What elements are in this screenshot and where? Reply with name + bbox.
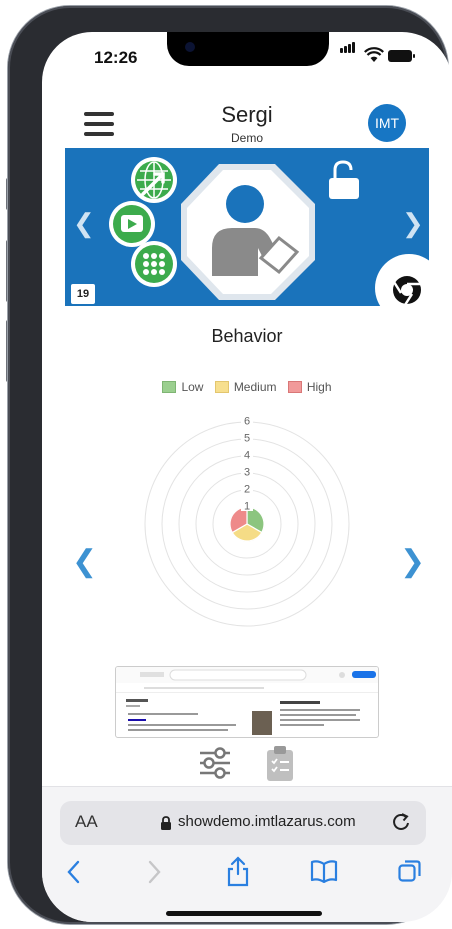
globe-icon bbox=[131, 157, 177, 203]
legend-item-low[interactable]: Low bbox=[162, 380, 203, 394]
calendar-day-badge[interactable]: 19 bbox=[69, 282, 97, 306]
tabs-icon[interactable] bbox=[398, 859, 422, 888]
phone-frame: 12:26 Sergi Demo IMT ❮ ❯ 19 Behavior Low… bbox=[8, 6, 452, 924]
legend-label-low: Low bbox=[181, 380, 204, 394]
avatar[interactable]: IMT bbox=[368, 104, 406, 142]
tick-label-3: 3 bbox=[244, 467, 250, 479]
chart-next-chevron-right-icon[interactable]: ❯ bbox=[400, 544, 425, 579]
home-indicator[interactable] bbox=[166, 911, 322, 916]
chrome-icon bbox=[375, 254, 429, 306]
camera-icon bbox=[185, 42, 195, 52]
carousel-indicators bbox=[210, 298, 288, 306]
reader-settings-button[interactable]: AA bbox=[75, 812, 98, 832]
address-bar[interactable]: AA showdemo.imtlazarus.com bbox=[60, 801, 426, 845]
back-chevron-left-icon[interactable] bbox=[66, 859, 82, 890]
status-bar: 12:26 bbox=[42, 32, 452, 82]
section-title: Behavior bbox=[211, 326, 283, 346]
browser-nav-row bbox=[42, 856, 452, 899]
browser-toolbar: AA showdemo.imtlazarus.com bbox=[42, 786, 452, 922]
lock-icon bbox=[160, 816, 172, 835]
apps-grid-icon bbox=[131, 241, 177, 287]
person-with-tablet-icon bbox=[181, 164, 315, 300]
share-icon[interactable] bbox=[226, 855, 250, 892]
legend-swatch-high bbox=[287, 381, 302, 393]
tick-label-5: 5 bbox=[244, 433, 250, 445]
banner-next-chevron-right-icon[interactable]: ❯ bbox=[402, 208, 424, 239]
phone-screen: 12:26 Sergi Demo IMT ❮ ❯ 19 Behavior Low… bbox=[42, 32, 452, 922]
battery-icon bbox=[388, 50, 415, 62]
status-time: 12:26 bbox=[94, 48, 138, 67]
legend-label-medium: Medium bbox=[233, 380, 277, 394]
unlocked-lock-icon bbox=[329, 160, 359, 199]
behavior-polar-chart: 1 2 3 4 5 6 bbox=[144, 415, 350, 627]
notch bbox=[167, 32, 329, 66]
sliders-icon[interactable] bbox=[198, 746, 232, 785]
banner-illustration bbox=[109, 157, 429, 306]
reload-icon[interactable] bbox=[390, 811, 412, 838]
legend-item-medium[interactable]: Medium bbox=[214, 380, 277, 394]
chart-prev-chevron-left-icon[interactable]: ❮ bbox=[72, 544, 97, 579]
chart-legend: Low Medium High bbox=[42, 380, 452, 396]
tick-label-1: 1 bbox=[244, 501, 250, 513]
bookmarks-icon[interactable] bbox=[310, 859, 338, 888]
url-text[interactable]: showdemo.imtlazarus.com bbox=[178, 813, 356, 830]
tick-label-6: 6 bbox=[244, 416, 250, 428]
legend-item-high[interactable]: High bbox=[287, 380, 332, 394]
legend-label-high: High bbox=[306, 380, 332, 394]
banner-prev-chevron-left-icon[interactable]: ❮ bbox=[73, 208, 95, 239]
wifi-icon bbox=[364, 47, 384, 68]
clipboard-checklist-icon[interactable] bbox=[266, 746, 294, 787]
legend-swatch-medium bbox=[214, 381, 229, 393]
tick-label-4: 4 bbox=[244, 450, 250, 462]
forward-chevron-right-icon[interactable] bbox=[146, 859, 162, 890]
banner-carousel: ❮ ❯ 19 bbox=[65, 148, 429, 306]
video-icon bbox=[109, 201, 155, 247]
tick-label-2: 2 bbox=[244, 484, 250, 496]
legend-swatch-low bbox=[162, 381, 177, 393]
search-results-thumbnail[interactable] bbox=[115, 666, 379, 738]
